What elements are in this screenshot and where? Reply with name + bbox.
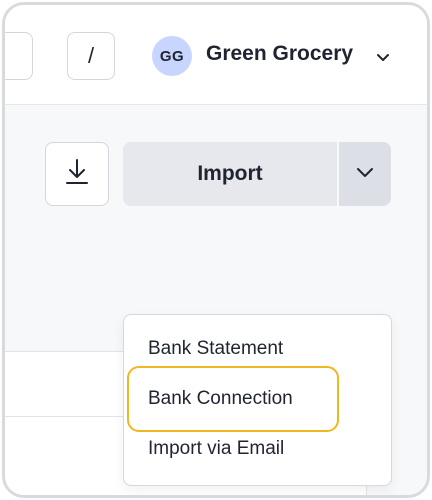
main-content: Import AMOUNT (SGD) (100.00) Bank Statem…: [5, 105, 427, 495]
edit-button[interactable]: /: [67, 32, 115, 80]
menu-item-bank-connection[interactable]: Bank Connection: [148, 388, 293, 410]
download-button[interactable]: [45, 142, 109, 206]
import-dropdown-toggle[interactable]: [339, 142, 391, 206]
menu-item-bank-statement[interactable]: Bank Statement: [148, 338, 283, 360]
menu-item-import-via-email[interactable]: Import via Email: [148, 438, 284, 460]
download-icon: [63, 157, 91, 192]
import-menu: Bank Statement Bank Connection Import vi…: [123, 314, 392, 486]
chevron-down-icon[interactable]: [376, 49, 390, 67]
partial-button[interactable]: [5, 32, 33, 80]
import-button[interactable]: Import: [123, 142, 337, 206]
org-switcher[interactable]: Green Grocery: [206, 42, 353, 66]
top-bar: / GG Green Grocery: [5, 5, 427, 105]
chevron-down-icon: [356, 165, 374, 183]
pencil-slash-icon: /: [87, 43, 95, 68]
org-avatar[interactable]: GG: [152, 36, 192, 76]
window-frame: / GG Green Grocery Import AMOUNT (SG: [2, 2, 430, 498]
